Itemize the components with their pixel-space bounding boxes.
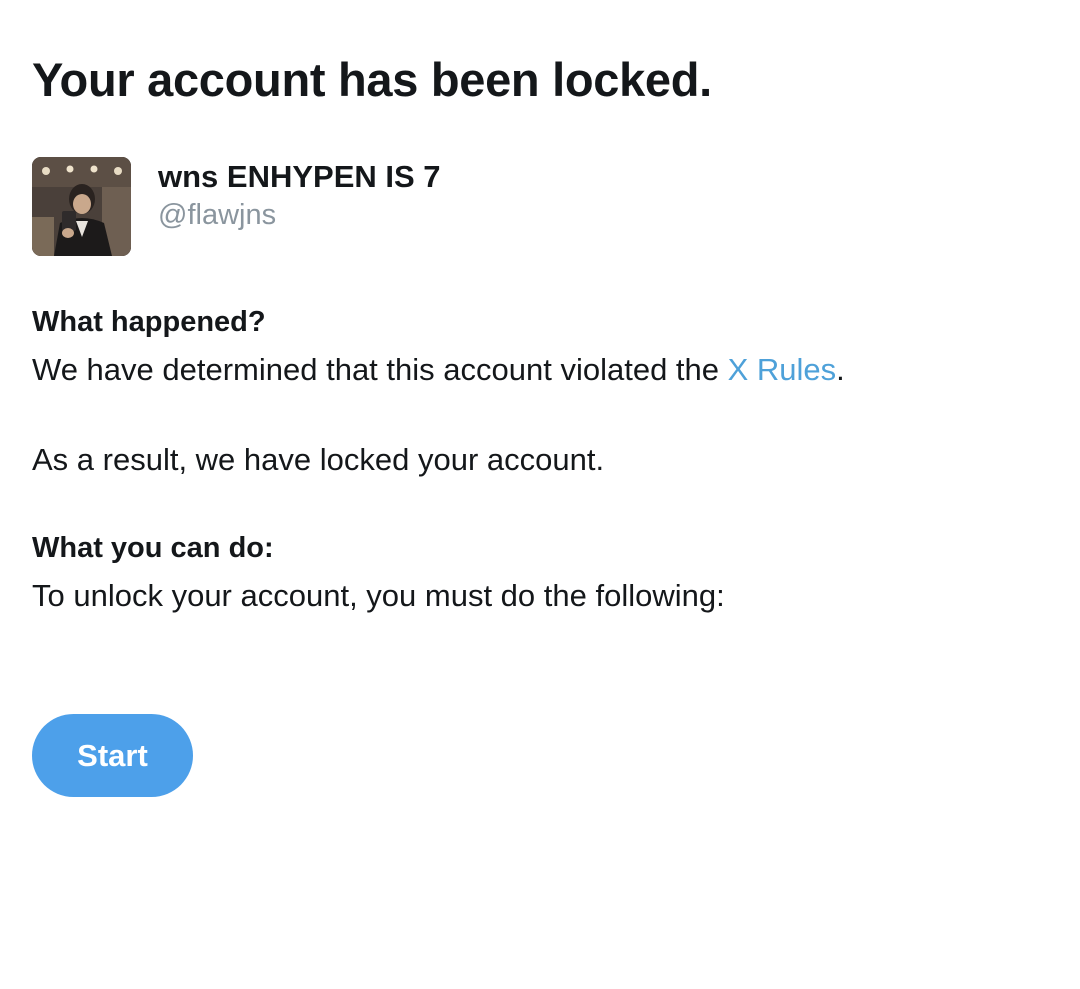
user-photo-icon bbox=[32, 157, 131, 256]
what-happened-heading: What happened? bbox=[32, 306, 266, 338]
start-button[interactable]: Start bbox=[32, 714, 193, 797]
profile-names: wns ENHYPEN IS 7 @flawjns bbox=[158, 157, 441, 234]
user-handle: @flawjns bbox=[158, 199, 277, 231]
violation-text-prefix: We have determined that this account vio… bbox=[32, 352, 728, 387]
violation-text: We have determined that this account vio… bbox=[32, 351, 845, 389]
unlock-instructions: To unlock your account, you must do the … bbox=[32, 578, 725, 613]
violation-text-suffix: . bbox=[836, 352, 845, 387]
display-name: wns ENHYPEN IS 7 bbox=[158, 159, 441, 194]
page-title: Your account has been locked. bbox=[32, 53, 712, 106]
profile-card: wns ENHYPEN IS 7 @flawjns bbox=[32, 157, 441, 256]
avatar bbox=[32, 157, 131, 256]
result-text: As a result, we have locked your account… bbox=[32, 442, 605, 477]
x-rules-link[interactable]: X Rules bbox=[728, 352, 837, 387]
what-you-can-do-heading: What you can do: bbox=[32, 532, 274, 564]
